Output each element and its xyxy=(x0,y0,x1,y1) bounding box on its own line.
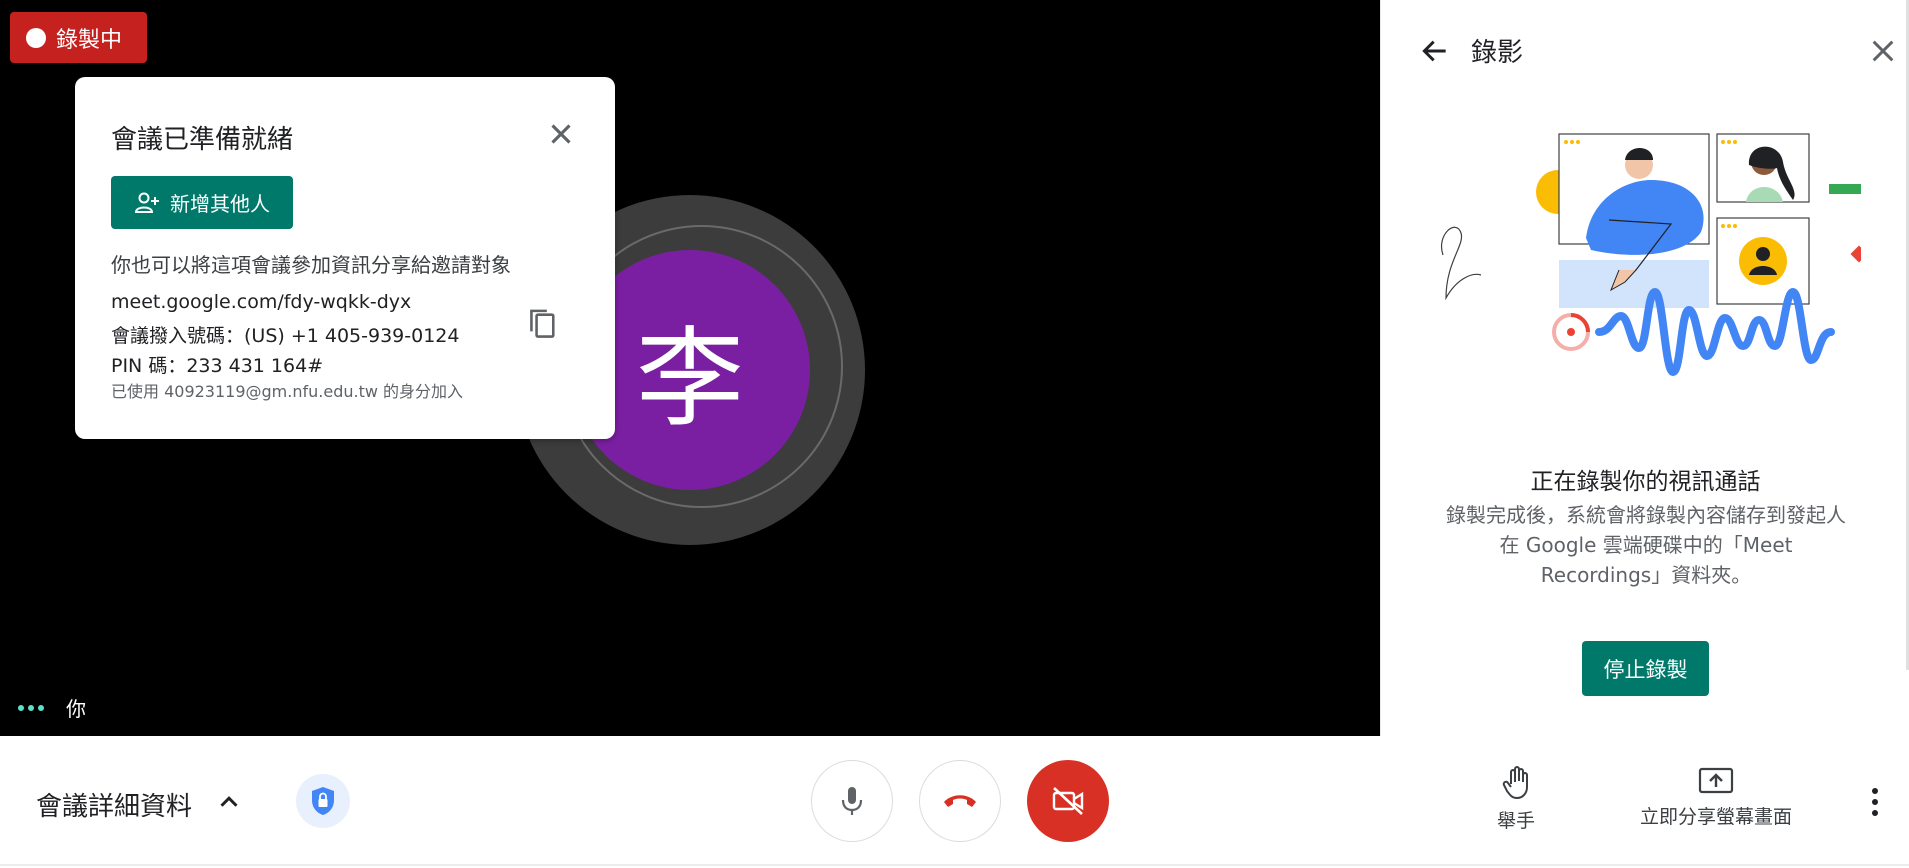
more-vert-icon[interactable] xyxy=(1862,784,1888,820)
camera-toggle-button[interactable] xyxy=(1027,760,1109,842)
recording-description: 錄製完成後，系統會將錄製內容儲存到發起人在 Google 雲端硬碟中的「Meet… xyxy=(1446,503,1846,587)
pin-code: PIN 碼：233 431 164# xyxy=(111,355,324,377)
copy-icon[interactable] xyxy=(527,307,559,343)
dial-in-number: 會議撥入號碼：(US) +1 405-939-0124 xyxy=(111,325,460,347)
close-icon[interactable] xyxy=(1867,35,1899,67)
recording-heading: 正在錄製你的視訊通話 xyxy=(1530,469,1761,495)
microphone-button[interactable] xyxy=(811,760,893,842)
present-screen-icon xyxy=(1698,767,1734,794)
raise-hand-button[interactable]: 舉手 xyxy=(1476,766,1556,833)
close-icon[interactable] xyxy=(544,117,578,151)
self-name-tag: 你 xyxy=(18,693,86,722)
joined-as-text: 已使用 40923119@gm.nfu.edu.tw 的身分加入 xyxy=(111,382,464,401)
three-dots-icon xyxy=(18,704,44,711)
panel-title: 錄影 xyxy=(1471,38,1524,68)
hang-up-icon xyxy=(944,795,976,807)
raise-hand-label: 舉手 xyxy=(1496,810,1535,832)
host-controls-button[interactable] xyxy=(296,774,350,828)
bottom-control-bar: 會議詳細資料 舉手 立即分享螢幕畫面 xyxy=(0,736,1909,868)
recording-badge[interactable]: 錄製中 xyxy=(10,12,147,63)
present-now-label: 立即分享螢幕畫面 xyxy=(1639,806,1792,828)
stop-recording-button[interactable]: 停止錄製 xyxy=(1582,641,1709,696)
card-title: 會議已準備就緒 xyxy=(111,125,294,155)
raise-hand-icon xyxy=(1502,766,1528,800)
mic-icon xyxy=(841,787,863,815)
add-people-label: 新增其他人 xyxy=(170,192,270,216)
meeting-link[interactable]: meet.google.com/fdy-wqkk-dyx xyxy=(111,291,411,313)
video-stage: 錄製中 李 你 會議已準備就緒 新增其他人 你也可以將這項會議參加資訊分享給邀請… xyxy=(0,0,1380,736)
meeting-ready-card: 會議已準備就緒 新增其他人 你也可以將這項會議參加資訊分享給邀請對象 meet.… xyxy=(75,77,615,439)
back-arrow-icon[interactable] xyxy=(1419,35,1451,67)
share-info-text: 你也可以將這項會議參加資訊分享給邀請對象 xyxy=(111,253,511,277)
recording-illustration xyxy=(1440,133,1861,377)
leave-call-button[interactable] xyxy=(919,760,1001,842)
chevron-up-icon[interactable] xyxy=(214,787,244,817)
bottom-divider xyxy=(0,864,1909,866)
add-person-icon xyxy=(134,192,159,213)
meeting-details-button[interactable]: 會議詳細資料 xyxy=(36,786,192,823)
camera-off-icon xyxy=(1052,787,1084,815)
recording-side-panel: 錄影 正在錄製你的視訊通話 錄製完成後，系統會將錄製內容儲存到發起人在 Goog… xyxy=(1380,0,1909,736)
record-dot-icon xyxy=(26,27,46,48)
add-people-button[interactable]: 新增其他人 xyxy=(111,176,293,229)
self-name-label: 你 xyxy=(66,697,86,721)
recording-badge-label: 錄製中 xyxy=(56,27,123,53)
lock-shield-icon xyxy=(312,787,334,815)
present-now-button[interactable]: 立即分享螢幕畫面 xyxy=(1636,766,1796,829)
